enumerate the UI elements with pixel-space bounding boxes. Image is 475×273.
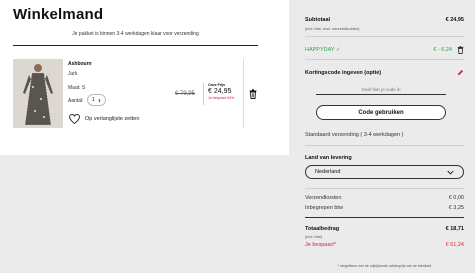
quantity-label: Aantal: <box>68 98 84 104</box>
old-price: € 79,95 <box>175 91 196 97</box>
subtotal-value: € 24,95 <box>445 17 464 23</box>
discount-heading: Kortingscode ingeven (optie) <box>305 69 382 76</box>
wishlist-button[interactable]: Op verlanglijste zetten <box>68 113 139 125</box>
vat-value: € 3,25 <box>448 205 464 211</box>
total-label: Totaalbedrag <box>305 226 340 232</box>
total-note-row: (incl. btw) <box>305 234 464 239</box>
trash-icon[interactable] <box>249 89 257 99</box>
divider <box>305 59 464 60</box>
shipping-cost-value: € 0,00 <box>448 195 464 201</box>
saved-percent: Je bespaart 69% <box>208 96 235 100</box>
discount-heading-row: Kortingscode ingeven (optie) <box>305 69 464 76</box>
saved-row: Je bespaart* € 61,24 <box>305 242 464 248</box>
delivery-note: Je pakket is binnen 3-4 werkdagen klaar … <box>72 31 199 37</box>
product-type: Jurk <box>68 71 78 77</box>
country-heading-row: Land van levering <box>305 155 464 161</box>
wishlist-label: Op verlanglijste zetten <box>85 116 140 122</box>
quantity-select[interactable]: 1 ⬍ <box>87 94 106 106</box>
divider <box>305 217 464 218</box>
coupon-input[interactable] <box>316 84 446 95</box>
divider <box>305 145 464 146</box>
apply-code-button[interactable]: Code gebruiken <box>316 105 446 120</box>
chevron-updown-icon: ⬍ <box>97 97 102 103</box>
subtotal-label: Subtotaal <box>305 17 331 23</box>
pencil-icon[interactable] <box>457 69 464 76</box>
product-size: Maat: S <box>68 85 86 91</box>
chevron-down-icon <box>447 170 454 175</box>
cart-panel: Winkelmand Je pakket is binnen 3-4 werkd… <box>0 0 289 155</box>
price-box: Onze Prijs € 24,95 Je bespaart 69% <box>203 83 234 105</box>
footnote: * vergeleken met de vrijblijvende advies… <box>337 264 432 268</box>
coupon-discount: € - 6,24 <box>433 47 452 53</box>
vat-row: Inbegrepen btw € 3,25 <box>305 205 464 211</box>
shipping-method-row: Standaard verzending ( 3-4 werkdagen ) <box>305 132 464 138</box>
country-value: Nederland <box>315 169 341 175</box>
page-title: Winkelmand <box>13 6 104 23</box>
product-brand[interactable]: Ashbourn <box>68 61 92 67</box>
subtotal-row: Subtotaal € 24,95 <box>305 17 464 23</box>
subtotal-note-text: (incl. btw, excl. verzendkosten) <box>305 26 360 31</box>
coupon-row: HAPPYDAY ✓ € - 6,24 <box>305 46 464 54</box>
order-summary: Subtotaal € 24,95 (incl. btw, excl. verz… <box>294 0 475 273</box>
total-value: € 18,71 <box>445 226 464 232</box>
total-note: (incl. btw) <box>305 234 323 239</box>
product-image[interactable] <box>13 59 63 128</box>
country-select[interactable]: Nederland <box>305 165 464 179</box>
total-row: Totaalbedrag € 18,71 <box>305 226 464 232</box>
trash-icon[interactable] <box>457 46 464 54</box>
saved-label: Je bespaart* <box>305 242 336 248</box>
shipping-cost-label: Verzendkosten <box>305 195 342 201</box>
vat-label: Inbegrepen btw <box>305 205 343 211</box>
quantity-value: 1 <box>92 97 95 103</box>
divider <box>305 188 464 189</box>
divider-vertical <box>243 59 244 128</box>
heart-icon <box>68 113 80 125</box>
shipping-method: Standaard verzending ( 3-4 werkdagen ) <box>305 132 404 138</box>
saved-value: € 61,24 <box>445 242 464 248</box>
subtotal-note: (incl. btw, excl. verzendkosten) <box>305 26 464 31</box>
price-label: Onze Prijs <box>208 83 226 87</box>
coupon-code: HAPPYDAY ✓ <box>305 47 341 53</box>
shipping-cost-row: Verzendkosten € 0,00 <box>305 195 464 201</box>
price-value: € 24,95 <box>208 88 232 95</box>
country-heading: Land van levering <box>305 155 352 161</box>
divider <box>305 36 464 37</box>
divider <box>13 45 258 46</box>
